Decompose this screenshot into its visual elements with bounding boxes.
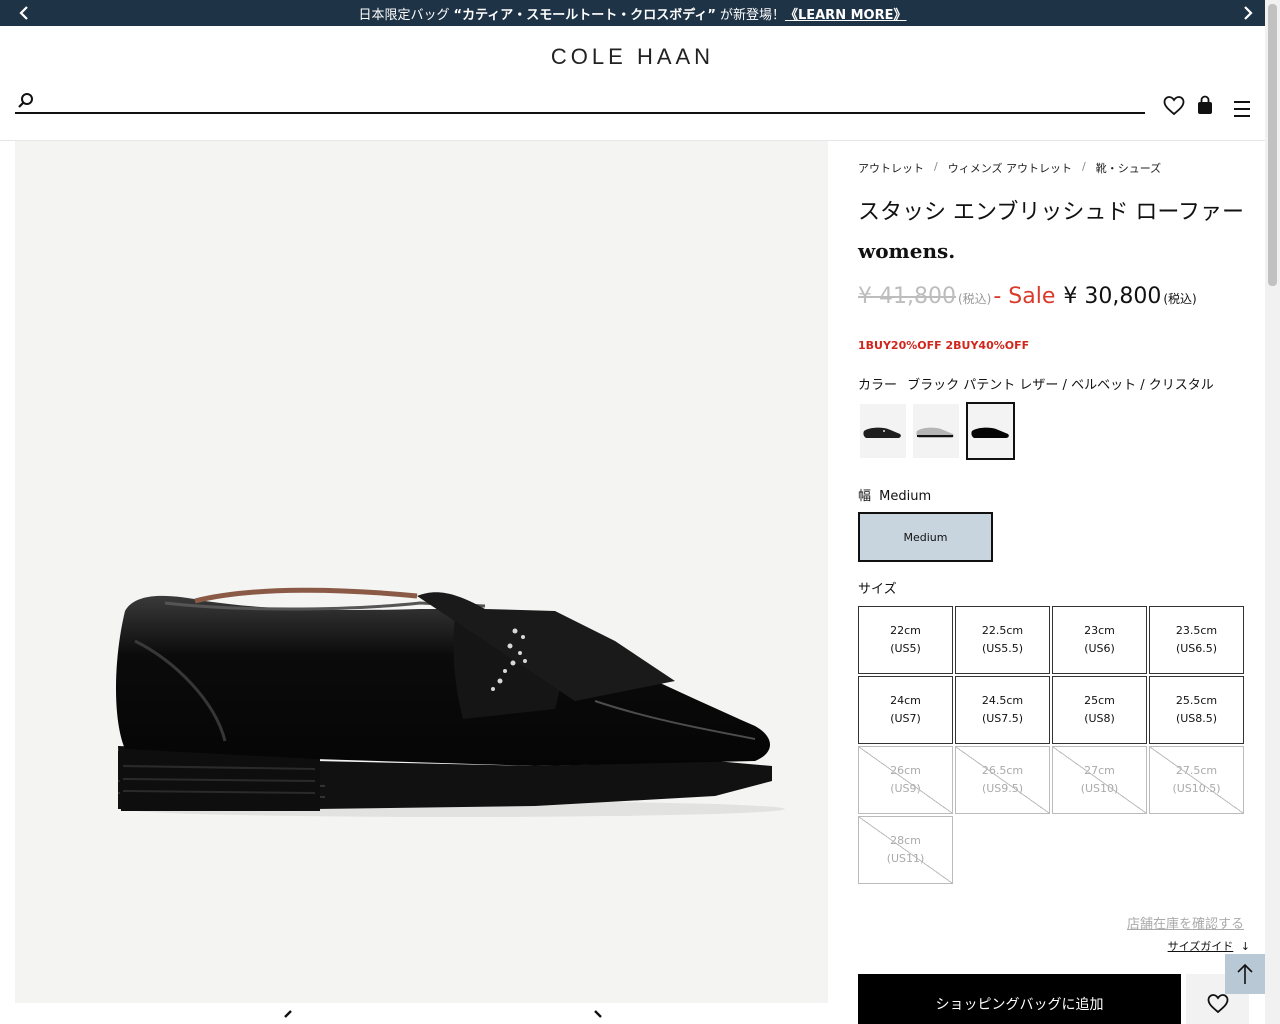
width-option-medium[interactable]: Medium [858, 512, 993, 562]
size-option[interactable]: 22.5cm (US5.5) [955, 606, 1050, 674]
back-to-top-button[interactable] [1225, 954, 1265, 994]
breadcrumb-item-womens-outlet[interactable]: ウィメンズ アウトレット [948, 160, 1072, 176]
sale-tax-note: (税込) [1163, 292, 1197, 306]
size-us-label: (US10.5) [1172, 782, 1221, 795]
size-option[interactable]: 24cm (US7) [858, 676, 953, 744]
promo-tag: 1BUY20%OFF 2BUY40%OFF [858, 339, 1030, 352]
image-next-icon[interactable] [592, 1008, 612, 1024]
size-us-label: (US5.5) [981, 642, 1024, 655]
size-option[interactable]: 26.5cm (US9.5) [955, 746, 1050, 814]
bag-icon[interactable] [1193, 94, 1217, 118]
promo-suffix: が新登場！ [719, 7, 785, 23]
learn-more-link[interactable]: 《LEARN MORE》 [785, 4, 907, 23]
size-option[interactable]: 22cm (US5) [858, 606, 953, 674]
size-option[interactable]: 23.5cm (US6.5) [1149, 606, 1244, 674]
product-image[interactable] [15, 141, 828, 1003]
image-prev-icon[interactable] [280, 1008, 300, 1024]
color-swatch-black-patent[interactable] [966, 402, 1015, 460]
breadcrumb: アウトレット / ウィメンズ アウトレット / 靴・シューズ [858, 160, 1161, 176]
size-option[interactable]: 27cm (US10) [1052, 746, 1147, 814]
heart-icon [1207, 994, 1228, 1014]
size-option[interactable]: 28cm (US11) [858, 816, 953, 884]
size-us-label: (US10) [1080, 782, 1119, 795]
chevron-left-icon[interactable] [14, 3, 34, 23]
size-cm-label: 26.5cm [981, 764, 1024, 777]
color-value: ブラック パテント レザー / ベルベット / クリスタル [907, 378, 1214, 393]
size-cm-label: 22cm [890, 624, 921, 637]
color-swatch-black-silver[interactable] [860, 404, 906, 458]
width-label: 幅 [858, 489, 872, 504]
add-to-bag-button[interactable]: ショッピングバッグに追加 [858, 974, 1181, 1024]
menu-icon[interactable] [1230, 98, 1254, 122]
width-label-row: 幅 Medium [858, 485, 931, 504]
color-label: カラー [858, 378, 898, 393]
search-bar[interactable] [15, 92, 1145, 114]
loafer-image [116, 587, 785, 817]
brand-logo[interactable]: COLE HAAN [0, 44, 1265, 70]
breadcrumb-item-outlet[interactable]: アウトレット [858, 160, 924, 176]
size-cm-label: 25cm [1084, 694, 1115, 707]
size-cm-label: 24cm [890, 694, 921, 707]
breadcrumb-separator: / [934, 160, 938, 173]
size-guide-link[interactable]: サイズガイド ↓ [1100, 938, 1250, 954]
arrow-down-icon: ↓ [1240, 940, 1250, 953]
size-cm-label: 22.5cm [981, 624, 1024, 637]
size-option[interactable]: 25cm (US8) [1052, 676, 1147, 744]
store-stock-link[interactable]: 店舗在庫を確認する [1070, 913, 1244, 932]
size-option[interactable]: 25.5cm (US8.5) [1149, 676, 1244, 744]
size-us-label: (US5) [890, 642, 921, 655]
promo-highlight: “カティア・スモールトート・クロスボディ” [453, 7, 716, 23]
original-price: ¥ 41,800 [858, 284, 956, 309]
size-grid: 22cm (US5) 22.5cm (US5.5) 23cm (US6) 23.5cm (US… [858, 606, 1246, 884]
color-label-row: カラー ブラック パテント レザー / ベルベット / クリスタル [858, 374, 1214, 393]
heart-icon[interactable] [1162, 94, 1186, 118]
sale-label: - Sale [993, 284, 1056, 309]
size-us-label: (US7.5) [981, 712, 1024, 725]
size-cm-label: 25.5cm [1175, 694, 1218, 707]
sale-price: ¥ 30,800 [1063, 284, 1162, 309]
size-cm-label: 23.5cm [1175, 624, 1218, 637]
size-us-label: (US6) [1084, 642, 1115, 655]
search-icon[interactable] [17, 92, 35, 110]
product-gender: womens. [858, 239, 956, 263]
size-option[interactable]: 26cm (US9) [858, 746, 953, 814]
color-swatch-silver[interactable] [913, 404, 959, 458]
price-row: ¥ 41,800 (税込) - Sale ¥ 30,800 (税込) [858, 284, 1197, 309]
size-cm-label: 28cm [890, 834, 921, 847]
size-us-label: (US9.5) [981, 782, 1024, 795]
size-us-label: (US7) [890, 712, 921, 725]
arrow-up-icon [1237, 963, 1253, 984]
search-input[interactable] [45, 92, 1135, 112]
size-cm-label: 24.5cm [981, 694, 1024, 707]
size-us-label: (US11) [886, 852, 925, 865]
size-label: サイズ [858, 582, 897, 597]
size-guide-label: サイズガイド [1167, 940, 1234, 953]
size-cm-label: 26cm [890, 764, 921, 777]
size-us-label: (US9) [890, 782, 921, 795]
size-cm-label: 27.5cm [1175, 764, 1218, 777]
size-cm-label: 27cm [1084, 764, 1115, 777]
breadcrumb-separator: / [1082, 160, 1086, 173]
size-option[interactable]: 27.5cm (US10.5) [1149, 746, 1244, 814]
size-us-label: (US8.5) [1175, 712, 1218, 725]
product-title: スタッシ エンブリッシュド ローファー womens. [858, 194, 1244, 270]
original-tax-note: (税込) [957, 292, 992, 306]
chevron-right-icon[interactable] [1238, 3, 1258, 23]
promo-banner: 日本限定バッグ “カティア・スモールトート・クロスボディ” が新登場！ 《LEA… [0, 0, 1265, 26]
product-name: スタッシ エンブリッシュド ローファー [858, 200, 1245, 225]
promo-prefix: 日本限定バッグ [358, 7, 450, 23]
scrollbar-thumb[interactable] [1268, 4, 1277, 286]
size-us-label: (US8) [1084, 712, 1115, 725]
size-option[interactable]: 23cm (US6) [1052, 606, 1147, 674]
size-cm-label: 23cm [1084, 624, 1115, 637]
size-option[interactable]: 24.5cm (US7.5) [955, 676, 1050, 744]
breadcrumb-item-shoes[interactable]: 靴・シューズ [1096, 160, 1161, 176]
size-us-label: (US6.5) [1175, 642, 1218, 655]
width-value: Medium [879, 489, 932, 504]
